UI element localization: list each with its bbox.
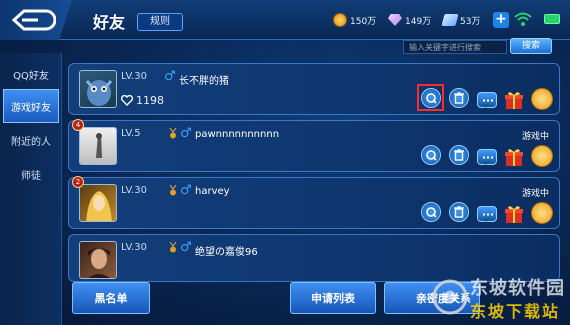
- avatar[interactable]: [79, 127, 117, 165]
- back-arrow-icon: [11, 9, 56, 31]
- diamond-value: 149万: [405, 16, 432, 27]
- player-name: 绝望の嘉俊96: [195, 247, 258, 258]
- diamond-balance[interactable]: 149万: [388, 12, 431, 28]
- rank-badge: 4: [72, 119, 84, 131]
- friends-screen: 好友 规则 150万 149万 53万 + 搜索 QQ好友 游戏好友 附近的人 …: [0, 0, 570, 325]
- status-badge: 游戏中: [521, 132, 549, 142]
- friend-row[interactable]: 4 LV.5 ♂ pawnnnnnnnnnn 游戏中: [68, 119, 560, 172]
- avatar-golden-hero-icon: [86, 191, 112, 221]
- invite-button[interactable]: [421, 145, 441, 165]
- avatar-portrait-icon: [88, 248, 110, 278]
- heart-icon: [121, 95, 133, 106]
- friend-row[interactable]: 2 LV.30 ♂ harvey 游戏中: [68, 176, 560, 229]
- top-bar: 好友 规则 150万 149万 53万 +: [0, 0, 570, 40]
- avatar-figure-icon: [96, 133, 102, 158]
- rank-badge: 2: [72, 176, 84, 188]
- male-icon: ♂: [180, 240, 192, 255]
- avatar[interactable]: [79, 70, 117, 108]
- intimacy: 1198: [121, 94, 164, 107]
- medal-icon: [169, 185, 177, 196]
- rules-button[interactable]: 规则: [137, 13, 183, 31]
- back-button[interactable]: [0, 0, 72, 40]
- invite-button[interactable]: [421, 202, 441, 222]
- avatar[interactable]: [79, 241, 117, 279]
- player-level: LV.30: [121, 242, 147, 253]
- intimacy-value: 1198: [136, 94, 164, 107]
- chat-button[interactable]: [477, 206, 497, 222]
- friend-row[interactable]: LV.30 ♂ 长不胖的猪 1198: [68, 63, 560, 115]
- sidebar-item-mentor[interactable]: 师徒: [3, 157, 59, 191]
- player-name: pawnnnnnnnnnn: [195, 129, 280, 140]
- delete-button[interactable]: [449, 202, 469, 222]
- friend-row[interactable]: LV.30 ♂ 绝望の嘉俊96: [68, 234, 560, 282]
- gold-coin-icon: [333, 13, 347, 27]
- player-name: harvey: [195, 186, 230, 197]
- male-icon: ♂: [180, 126, 192, 141]
- diamond-icon: [388, 14, 402, 26]
- gift-icon[interactable]: [504, 204, 524, 224]
- search-button[interactable]: 搜索: [510, 38, 552, 54]
- delete-button[interactable]: [449, 88, 469, 108]
- medal-icon: [169, 128, 177, 139]
- wifi-icon: [514, 12, 532, 26]
- player-level: LV.5: [121, 128, 141, 139]
- battery-icon: [544, 14, 560, 24]
- intimacy-relations-button[interactable]: 亲密度关系: [384, 282, 480, 314]
- gold-coin-balance[interactable]: 150万: [333, 12, 376, 28]
- watermark-line-2: 东坡下载站: [470, 302, 561, 321]
- player-name: 长不胖的猪: [179, 76, 229, 87]
- send-coin-button[interactable]: [531, 145, 553, 167]
- gold-coin-value: 150万: [350, 16, 377, 27]
- sidebar-item-game-friends[interactable]: 游戏好友: [3, 89, 59, 123]
- page-title: 好友: [93, 13, 126, 32]
- player-level: LV.30: [121, 71, 147, 82]
- invite-button[interactable]: [421, 88, 441, 108]
- send-coin-button[interactable]: [531, 88, 553, 110]
- trash-icon: [454, 206, 464, 218]
- gift-icon[interactable]: [504, 90, 524, 110]
- avatar[interactable]: [79, 184, 117, 222]
- gift-icon[interactable]: [504, 147, 524, 167]
- voucher-value: 53万: [460, 16, 481, 27]
- sidebar-item-qq-friends[interactable]: QQ好友: [3, 57, 59, 91]
- invite-icon: [426, 207, 437, 218]
- chat-button[interactable]: [477, 149, 497, 165]
- male-icon: ♂: [164, 69, 176, 84]
- chat-button[interactable]: [477, 92, 497, 108]
- medal-icon: [169, 242, 177, 253]
- recharge-plus-icon[interactable]: +: [493, 12, 509, 28]
- request-list-button[interactable]: 申请列表: [290, 282, 376, 314]
- player-level: LV.30: [121, 185, 147, 196]
- male-icon: ♂: [180, 183, 192, 198]
- voucher-icon: [441, 14, 459, 26]
- delete-button[interactable]: [449, 145, 469, 165]
- trash-icon: [454, 149, 464, 161]
- status-badge: 游戏中: [521, 189, 549, 199]
- sidebar-item-nearby[interactable]: 附近的人: [3, 123, 59, 157]
- sidebar: QQ好友 游戏好友 附近的人 师徒: [0, 53, 62, 325]
- avatar-blue-creature-icon: [85, 80, 113, 106]
- trash-icon: [454, 92, 464, 104]
- send-coin-button[interactable]: [531, 202, 553, 224]
- voucher-balance[interactable]: 53万: [441, 12, 481, 28]
- invite-icon: [426, 93, 437, 104]
- blacklist-button[interactable]: 黑名单: [72, 282, 150, 314]
- search-input[interactable]: [403, 40, 507, 54]
- invite-icon: [426, 150, 437, 161]
